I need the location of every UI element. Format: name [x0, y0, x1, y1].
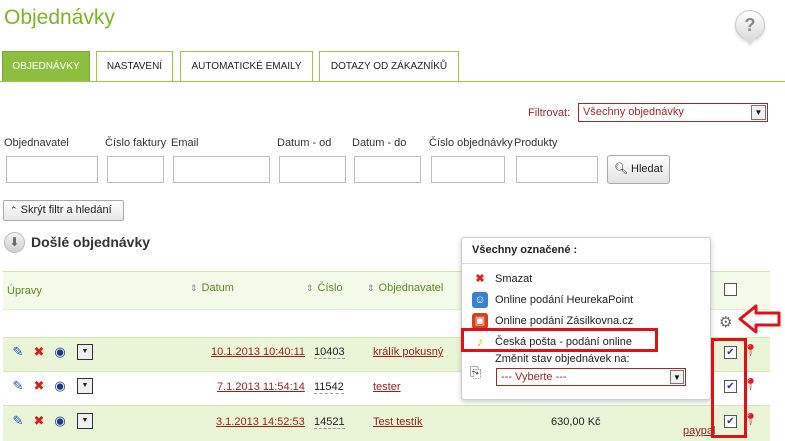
popup-divider	[462, 263, 710, 264]
order-price: 630,00 Kč	[551, 416, 601, 428]
view-eye-icon[interactable]: ◉	[52, 413, 68, 429]
bulk-zasilkovna-item[interactable]: Online podání Zásilkovna.cz	[495, 315, 633, 327]
tab-automaticke-emaily[interactable]: AUTOMATICKÉ EMAILY	[180, 51, 313, 82]
row-menu-dropdown[interactable]: ▼	[77, 378, 93, 394]
change-state-label: Změnit stav objednávek na:	[495, 353, 630, 365]
order-number[interactable]: 14521	[314, 416, 345, 429]
label-produkty: Produkty	[514, 137, 558, 149]
state-select[interactable]: --- Vyberte --- ▼	[496, 368, 686, 386]
heureka-icon: ☺	[472, 292, 488, 308]
search-objednavatel-input[interactable]	[6, 156, 98, 183]
column-header-number[interactable]: ⇕ Číslo	[306, 282, 343, 294]
column-date-label: Datum	[201, 282, 234, 294]
edit-pencil-icon[interactable]: ✎	[10, 344, 26, 360]
order-date-link[interactable]: 3.1.2013 14:52:53	[216, 416, 305, 428]
delete-icon[interactable]: ✖	[31, 413, 47, 429]
column-header-date[interactable]: ⇕ Datum	[190, 282, 234, 294]
label-email: Email	[171, 137, 199, 149]
label-cislo-objednavky: Číslo objednávky	[429, 137, 513, 149]
highlight-arrow-icon	[738, 304, 781, 334]
page-title: Objednávky	[4, 6, 115, 29]
label-objednavatel: Objednavatel	[4, 137, 69, 149]
help-button[interactable]: ?	[735, 10, 765, 40]
gear-icon[interactable]: ⚙	[719, 313, 732, 331]
label-datum-od: Datum - od	[277, 137, 332, 149]
tab-objednavky[interactable]: OBJEDNÁVKY	[2, 51, 90, 82]
state-select-value: --- Vyberte ---	[501, 371, 567, 383]
edit-pencil-icon[interactable]: ✎	[10, 413, 26, 429]
column-header-customer[interactable]: ⇕ Objednavatel	[367, 282, 443, 294]
search-button-label: Hledat	[631, 163, 663, 175]
section-title: Došlé objednávky	[31, 234, 151, 250]
tabs-divider	[0, 81, 785, 82]
delete-icon: ✖	[475, 273, 485, 285]
popup-title: Všechny označené :	[472, 244, 578, 256]
tab-nastaveni[interactable]: NASTAVENÍ	[96, 51, 173, 82]
order-number[interactable]: 10403	[314, 346, 345, 359]
column-header-edit: Úpravy	[7, 285, 42, 297]
row-menu-dropdown[interactable]: ▼	[77, 413, 93, 429]
filter-select[interactable]: Všechny objednávky ▼	[578, 103, 768, 122]
column-number-label: Číslo	[317, 282, 343, 294]
filter-label: Filtrovat:	[528, 107, 571, 119]
order-date-link[interactable]: 7.1.2013 11:54:14	[217, 381, 305, 393]
search-icon: 🔍︎	[614, 163, 628, 175]
view-eye-icon[interactable]: ◉	[52, 344, 68, 360]
delete-icon[interactable]: ✖	[31, 344, 47, 360]
collapse-icon: ⌃	[10, 205, 18, 215]
label-cislo-faktury: Číslo faktury	[105, 137, 167, 149]
search-cislo-objednavky-input[interactable]	[431, 156, 505, 183]
order-customer-link[interactable]: tester	[373, 381, 401, 393]
highlight-ceska-posta-box	[461, 328, 658, 352]
highlight-checkboxes-box	[711, 338, 747, 438]
edit-pencil-icon[interactable]: ✎	[10, 378, 26, 394]
change-state-icon: ⎘	[470, 364, 482, 380]
order-customer-link[interactable]: králík pokusný	[373, 346, 443, 358]
bulk-delete-item[interactable]: Smazat	[495, 273, 532, 285]
search-datum-od-input[interactable]	[279, 156, 346, 183]
delete-icon[interactable]: ✖	[31, 378, 47, 394]
search-datum-do-input[interactable]	[354, 156, 421, 183]
order-number[interactable]: 11542	[314, 381, 344, 394]
label-datum-do: Datum - do	[352, 137, 407, 149]
search-button[interactable]: 🔍︎ Hledat	[607, 155, 670, 184]
filter-select-value: Všechny objednávky	[583, 106, 684, 118]
column-customer-label: Objednavatel	[378, 282, 444, 294]
search-email-input[interactable]	[173, 156, 270, 183]
view-eye-icon[interactable]: ◉	[52, 378, 68, 394]
tab-dotazy[interactable]: DOTAZY OD ZÁKAZNÍKŮ	[319, 51, 459, 82]
sort-icon: ⇕	[190, 283, 198, 293]
hide-filter-button[interactable]: ⌃ Skrýt filtr a hledání	[3, 200, 124, 221]
bulk-actions-popup: Všechny označené : ✖ Smazat ☺ Online pod…	[461, 237, 711, 400]
search-produkty-input[interactable]	[516, 156, 598, 183]
bulk-heurekapoint-item[interactable]: Online podání HeurekaPoint	[495, 294, 633, 306]
row-menu-dropdown[interactable]: ▼	[77, 344, 93, 360]
search-cislo-faktury-input[interactable]	[107, 156, 164, 183]
sort-icon: ⇕	[306, 283, 314, 293]
sort-icon: ⇕	[367, 283, 375, 293]
zasilkovna-icon: ▣	[472, 313, 488, 329]
help-bubble-tail	[744, 38, 756, 46]
order-customer-link[interactable]: Test testík	[373, 416, 423, 428]
hide-filter-label: Skrýt filtr a hledání	[20, 204, 112, 216]
order-date-link[interactable]: 10.1.2013 10:40:11	[211, 346, 305, 358]
chevron-down-icon: ▼	[670, 370, 684, 384]
select-all-checkbox[interactable]	[724, 283, 737, 296]
chevron-down-icon: ▼	[751, 105, 766, 120]
arrow-down-circle-icon: ⬇	[4, 232, 25, 253]
